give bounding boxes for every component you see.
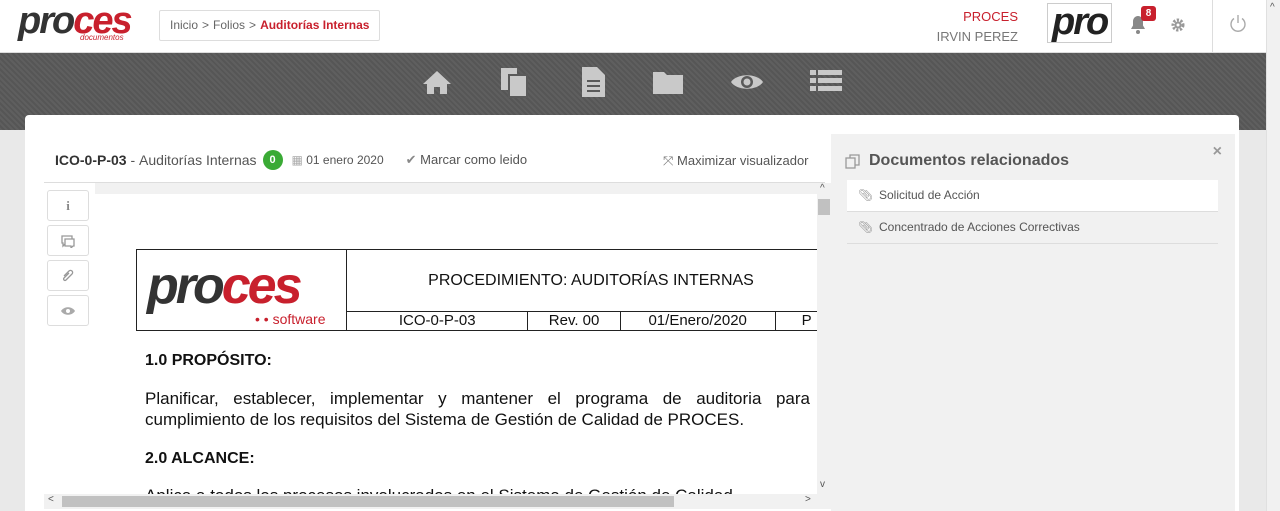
document-date: ▦ 01 enero 2020 — [292, 153, 384, 167]
company-name: PROCES — [963, 9, 1018, 24]
logo-subtitle: documentos — [80, 33, 124, 42]
paperclip-icon: 📎︎ — [858, 220, 874, 234]
user-info[interactable]: PROCES IRVIN PEREZ — [937, 7, 1018, 47]
breadcrumb-separator: > — [202, 18, 210, 32]
views-tool[interactable] — [47, 295, 89, 326]
document-separator: - — [126, 152, 140, 168]
related-item-label: Solicitud de Acción — [879, 188, 980, 202]
document-date-text: 01 enero 2020 — [306, 153, 384, 167]
breadcrumb-folios[interactable]: Folios — [213, 18, 245, 32]
scroll-down-arrow[interactable]: v — [820, 479, 825, 490]
maximize-label: Maximizar visualizador — [677, 153, 809, 168]
related-item-label: Concentrado de Acciones Correctivas — [879, 220, 1080, 234]
paperclip-icon — [62, 269, 74, 281]
meta-date: 01/Enero/2020 — [621, 312, 776, 330]
divider — [1212, 0, 1213, 53]
check-icon: ✔ — [405, 152, 417, 167]
close-icon[interactable]: × — [1213, 143, 1222, 161]
home-icon[interactable] — [419, 65, 455, 99]
attachments-tool[interactable] — [47, 260, 89, 291]
read-count-badge: 0 — [262, 150, 283, 170]
company-logo[interactable]: pro — [1047, 3, 1112, 43]
breadcrumb-inicio[interactable]: Inicio — [170, 18, 198, 32]
related-item[interactable]: 📎︎ Solicitud de Acción — [847, 180, 1218, 212]
gear-icon[interactable] — [1170, 17, 1186, 33]
meta-code: ICO-0-P-03 — [347, 312, 529, 330]
doc-logo-part1: pro — [147, 257, 225, 315]
scroll-thumb[interactable] — [62, 496, 674, 507]
breadcrumb-current: Auditorías Internas — [260, 18, 370, 32]
maximize-viewer-button[interactable]: ⤧ Maximizar visualizador — [663, 153, 809, 169]
breadcrumb: Inicio > Folios > Auditorías Internas — [159, 10, 381, 41]
breadcrumb-separator: > — [249, 18, 257, 32]
mark-read-label: Marcar como leido — [420, 152, 528, 167]
scroll-right-arrow[interactable]: > — [805, 494, 811, 505]
document-header-table: proces • • software PROCEDIMIENTO: AUDIT… — [136, 249, 817, 331]
folder-icon[interactable] — [650, 65, 686, 99]
page-scrollbar[interactable]: ^ — [1266, 0, 1280, 511]
user-name: IRVIN PEREZ — [936, 29, 1018, 44]
viewer-vertical-scrollbar[interactable]: ^ v — [817, 183, 831, 494]
expand-icon: ⤧ — [663, 153, 674, 168]
top-bar: proces documentos Inicio > Folios > Auditorí… — [0, 0, 1280, 53]
section-alcance-text: Aplica a todos los procesos involucrados… — [145, 486, 733, 494]
viewer-toolbar: i — [47, 190, 89, 330]
meta-revision: Rev. 00 — [528, 312, 621, 330]
document-viewer[interactable]: proces • • software PROCEDIMIENTO: AUDIT… — [95, 194, 817, 494]
document-code: ICO-0-P-03 — [55, 152, 127, 168]
power-icon[interactable] — [1228, 14, 1248, 34]
file-icon[interactable] — [575, 65, 611, 99]
viewer-horizontal-scrollbar[interactable]: < > — [44, 494, 831, 509]
logo-text-part1: pro — [18, 0, 75, 42]
document-meta-row: ICO-0-P-03 Rev. 00 01/Enero/2020 P — [347, 312, 817, 330]
document-header: ICO-0-P-03 - Auditorías Internas 0 ▦ 01 … — [55, 149, 527, 171]
paperclip-icon: 📎︎ — [858, 188, 874, 202]
related-documents-header: Documentos relacionados — [845, 152, 1069, 170]
section-alcance: 2.0 ALCANCE: — [145, 450, 255, 467]
info-icon: i — [66, 197, 70, 213]
document-title: Auditorías Internas — [139, 152, 257, 168]
comment-icon — [61, 234, 75, 248]
procedure-title: PROCEDIMIENTO: AUDITORÍAS INTERNAS — [347, 250, 817, 312]
scroll-left-arrow[interactable]: < — [48, 494, 54, 505]
documents-icon[interactable] — [497, 65, 533, 99]
copy-icon — [845, 153, 860, 169]
related-documents-title: Documentos relacionados — [869, 152, 1070, 169]
scroll-up-arrow[interactable]: ^ — [1270, 2, 1275, 13]
scroll-thumb[interactable] — [818, 199, 830, 215]
doc-logo-part2: ces — [221, 257, 303, 315]
section-proposito-text: Planificar, establecer, implementar y ma… — [145, 389, 810, 429]
notification-badge: 8 — [1141, 6, 1156, 21]
related-documents-panel: × Documentos relacionados 📎︎ Solicitud de… — [831, 134, 1235, 511]
proces-logo[interactable]: proces documentos — [18, 2, 138, 44]
section-proposito: 1.0 PROPÓSITO: — [145, 352, 272, 369]
related-item[interactable]: 📎︎ Concentrado de Acciones Correctivas — [847, 212, 1218, 244]
mark-read-button[interactable]: ✔ Marcar como leido — [406, 152, 527, 168]
company-logo-text: pro — [1052, 3, 1109, 43]
comments-tool[interactable] — [47, 225, 89, 256]
doc-logo-subtitle: • • software — [255, 311, 326, 327]
calendar-icon: ▦ — [291, 153, 303, 167]
list-icon[interactable] — [808, 65, 844, 99]
eye-icon — [61, 306, 75, 315]
eye-icon[interactable] — [729, 65, 765, 99]
document-logo: proces • • software — [137, 250, 347, 330]
scroll-up-arrow[interactable]: ^ — [820, 183, 825, 194]
info-tool[interactable]: i — [47, 190, 89, 221]
meta-page: P — [801, 312, 812, 329]
